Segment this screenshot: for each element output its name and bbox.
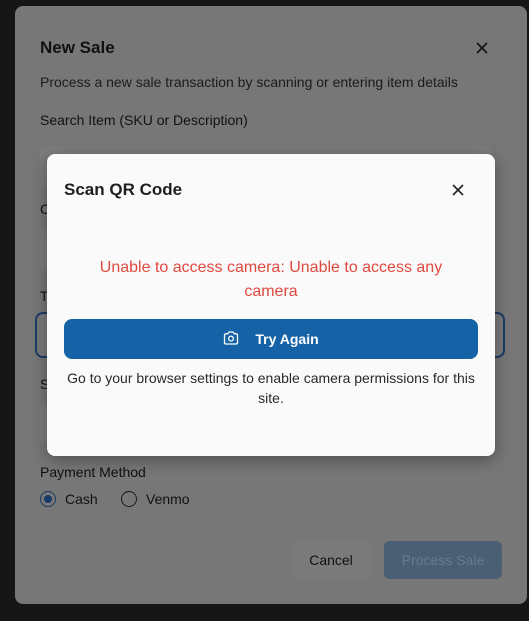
try-again-button[interactable]: Try Again (64, 319, 478, 359)
payment-option-venmo[interactable]: Venmo (121, 491, 190, 507)
new-sale-description: Process a new sale transaction by scanni… (40, 74, 458, 90)
payment-option-cash[interactable]: Cash (40, 491, 98, 507)
cancel-button[interactable]: Cancel (291, 541, 371, 579)
camera-icon (223, 330, 239, 348)
payment-option-label: Cash (65, 491, 98, 507)
close-icon[interactable] (449, 181, 467, 199)
camera-error-message: Unable to access camera: Unable to acces… (99, 259, 443, 300)
radio-button[interactable] (121, 491, 137, 507)
camera-permission-help: Go to your browser settings to enable ca… (67, 370, 475, 406)
process-sale-button[interactable]: Process Sale (384, 541, 502, 579)
close-icon[interactable] (473, 39, 491, 57)
search-item-label: Search Item (SKU or Description) (40, 112, 248, 128)
scan-qr-dialog: Scan QR Code Unable to access camera: Un… (47, 154, 495, 456)
payment-option-label: Venmo (146, 491, 190, 507)
new-sale-title: New Sale (40, 38, 115, 57)
try-again-label: Try Again (255, 331, 319, 347)
radio-button-checked[interactable] (40, 491, 56, 507)
scan-qr-title: Scan QR Code (64, 180, 183, 199)
payment-method-label: Payment Method (40, 464, 146, 480)
